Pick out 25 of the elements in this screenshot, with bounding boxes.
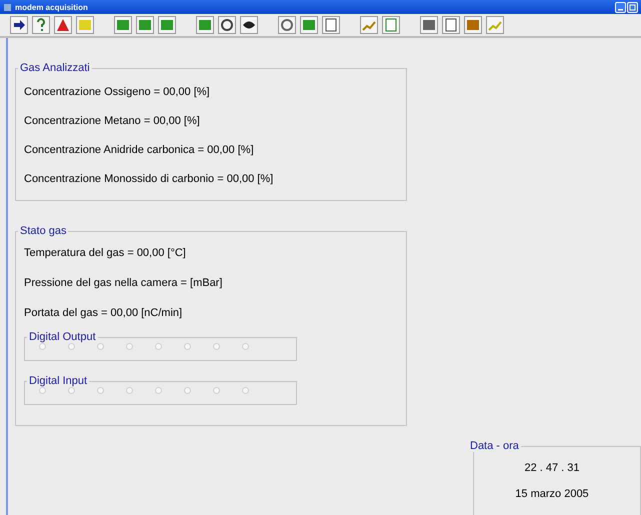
- minimize-button[interactable]: [615, 2, 626, 12]
- panel-title: Digital Input: [28, 375, 88, 387]
- panel-title: Data - ora: [469, 440, 520, 452]
- reading-text: Portata del gas = 00,00 [nC/min]: [24, 306, 184, 321]
- window-title: modem acquisition: [15, 2, 88, 12]
- panel-title: Stato gas: [19, 225, 68, 237]
- maximize-button[interactable]: [627, 2, 638, 12]
- question-icon[interactable]: [32, 16, 50, 34]
- reading-text: Concentrazione Ossigeno = 00,00 [%]: [24, 85, 211, 100]
- time-text: 22 . 47 . 31: [523, 461, 581, 476]
- reading-text: Pressione del gas nella camera = [mBar]: [24, 276, 224, 291]
- document-icon[interactable]: [322, 16, 340, 34]
- warning-icon[interactable]: [54, 16, 72, 34]
- reading-text: Temperatura del gas = 00,00 [°C]: [24, 246, 187, 261]
- panel-title: Gas Analizzati: [19, 62, 91, 74]
- date-text: 15 marzo 2005: [514, 487, 590, 502]
- reading-text: Concentrazione Anidride carbonica = 00,00 [%]: [24, 143, 255, 158]
- panel-title: Digital Output: [28, 331, 97, 343]
- app-icon: [3, 2, 12, 12]
- line-chart-icon[interactable]: [360, 16, 378, 34]
- eye-icon[interactable]: [240, 16, 258, 34]
- maximize-icon: [629, 4, 636, 10]
- reading-text: Concentrazione Metano = 00,00 [%]: [24, 114, 201, 129]
- reading-text: Concentrazione Monossido di carbonio = 00,00 [%]: [24, 172, 274, 187]
- clock-icon[interactable]: [218, 16, 236, 34]
